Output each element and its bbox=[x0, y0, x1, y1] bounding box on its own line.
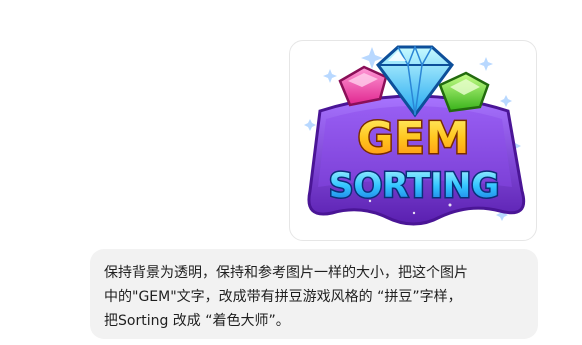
green-gem-icon bbox=[438, 71, 490, 113]
logo-title-sorting: SORTING bbox=[329, 166, 499, 206]
image-attachment[interactable]: GEM SORTING bbox=[289, 40, 537, 241]
gem-sorting-logo: GEM SORTING bbox=[304, 44, 526, 226]
message-line: 中的"GEM"文字，改成带有拼豆游戏风格的 “拼豆”字样， bbox=[104, 289, 462, 305]
logo-title-gem: GEM bbox=[358, 113, 471, 164]
pink-gem-icon bbox=[338, 65, 388, 107]
message-line: 保持背景为透明，保持和参考图片一样的大小，把这个图片 bbox=[104, 265, 468, 281]
user-message-bubble: 保持背景为透明，保持和参考图片一样的大小，把这个图片 中的"GEM"文字，改成带… bbox=[90, 249, 538, 339]
message-line: 把Sorting 改成 “着色大师”。 bbox=[104, 313, 290, 329]
message-text: 保持背景为透明，保持和参考图片一样的大小，把这个图片 中的"GEM"文字，改成带… bbox=[104, 261, 522, 333]
